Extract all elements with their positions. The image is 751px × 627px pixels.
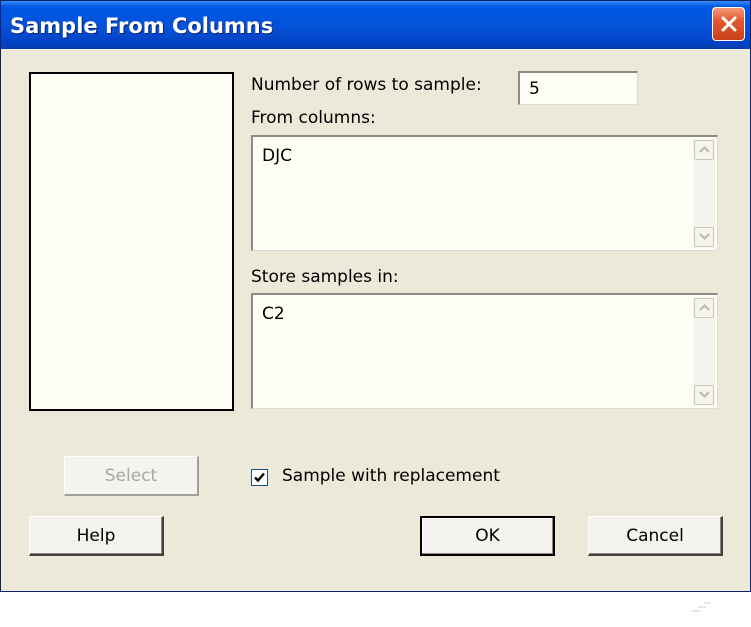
rows-to-sample-input[interactable]: 5 bbox=[518, 71, 638, 105]
rows-to-sample-label: Number of rows to sample: bbox=[251, 75, 482, 95]
chevron-up-icon bbox=[699, 304, 710, 311]
store-samples-textarea[interactable]: C2 bbox=[251, 293, 718, 409]
help-button[interactable]: Help bbox=[29, 516, 164, 556]
sample-with-replacement-label[interactable]: Sample with replacement bbox=[282, 466, 500, 486]
store-samples-scrollbar[interactable] bbox=[693, 297, 715, 406]
select-button-label: Select bbox=[104, 465, 158, 486]
sample-from-columns-dialog: Sample From Columns Number of rows to sa… bbox=[0, 0, 751, 592]
ok-button[interactable]: OK bbox=[420, 516, 555, 556]
close-button[interactable] bbox=[712, 7, 745, 41]
sample-with-replacement-checkbox[interactable] bbox=[251, 469, 268, 486]
checkmark-icon bbox=[254, 472, 265, 483]
ok-button-label: OK bbox=[475, 526, 500, 546]
scroll-up-button[interactable] bbox=[694, 298, 714, 318]
title-bar[interactable]: Sample From Columns bbox=[1, 1, 750, 49]
close-icon bbox=[721, 16, 737, 32]
chevron-down-icon bbox=[699, 233, 710, 240]
resize-grip-icon bbox=[692, 602, 710, 612]
store-samples-label: Store samples in: bbox=[251, 267, 399, 287]
from-columns-label: From columns: bbox=[251, 108, 376, 128]
chevron-up-icon bbox=[699, 146, 710, 153]
store-samples-value: C2 bbox=[262, 304, 285, 324]
select-button[interactable]: Select bbox=[64, 456, 199, 496]
column-list-box[interactable] bbox=[29, 72, 234, 411]
dialog-title: Sample From Columns bbox=[10, 14, 274, 38]
rows-to-sample-value: 5 bbox=[529, 79, 540, 99]
scroll-down-button[interactable] bbox=[694, 227, 714, 247]
scroll-down-button[interactable] bbox=[694, 385, 714, 405]
cancel-button-label: Cancel bbox=[626, 525, 684, 546]
scroll-up-button[interactable] bbox=[694, 140, 714, 160]
chevron-down-icon bbox=[699, 391, 710, 398]
from-columns-value: DJC bbox=[262, 146, 292, 166]
cancel-button[interactable]: Cancel bbox=[588, 516, 723, 556]
from-columns-scrollbar[interactable] bbox=[693, 139, 715, 248]
from-columns-textarea[interactable]: DJC bbox=[251, 135, 718, 251]
help-button-label: Help bbox=[76, 525, 116, 546]
